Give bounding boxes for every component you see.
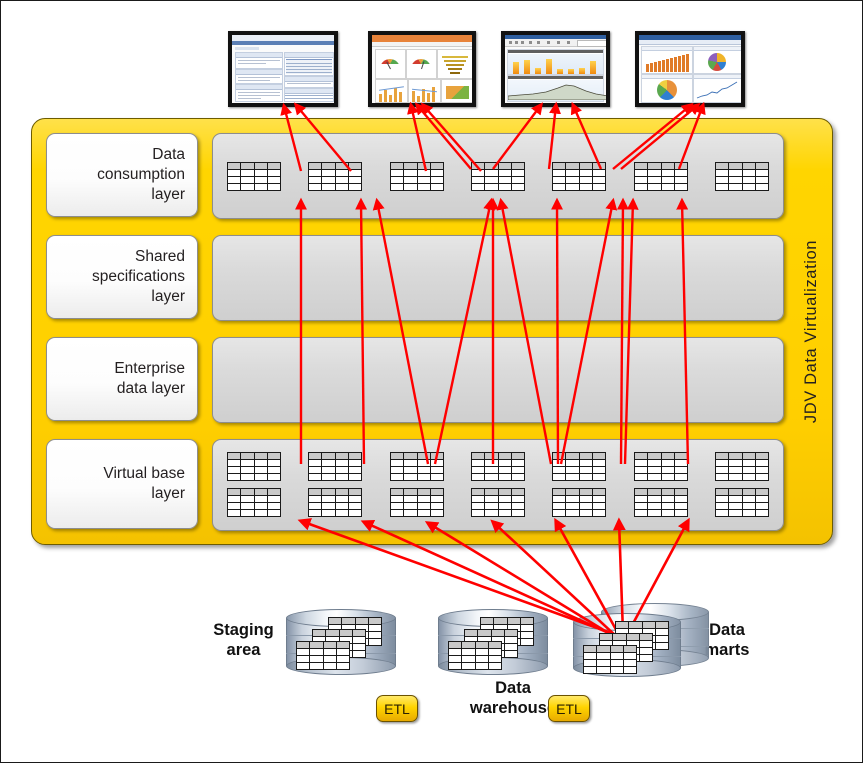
table-icon	[634, 452, 688, 481]
table-icon	[296, 641, 350, 670]
table-icon	[390, 452, 444, 481]
layer-data-consumption-name: Data consumption layer	[46, 133, 198, 217]
layer-data-consumption-label: Data consumption layer	[97, 146, 185, 203]
table-icon	[227, 162, 281, 191]
line-chart	[696, 81, 738, 99]
table-icon	[583, 645, 637, 674]
table-icon	[552, 452, 606, 481]
table-icon	[448, 641, 502, 670]
table-icon	[471, 162, 525, 191]
source-staging-area[interactable]	[286, 609, 396, 675]
table-icon	[552, 488, 606, 517]
table-icon	[715, 488, 769, 517]
dashboard-gauge-dashboard-screen	[372, 35, 472, 103]
layer-shared-specifications-body	[212, 235, 784, 321]
table-icon	[634, 488, 688, 517]
layer-virtual-base-label: Virtual base layer	[103, 465, 185, 502]
source-staging-area-label: Staging area	[213, 621, 274, 659]
layer-enterprise-data-label: Enterprise data layer	[114, 360, 185, 397]
jdv-platform-label: JDV Data Virtualization	[794, 119, 830, 544]
table-icon	[390, 488, 444, 517]
table-icon	[552, 162, 606, 191]
dashboard-gauge-dashboard[interactable]	[368, 31, 476, 107]
layer-data-consumption-body	[212, 133, 784, 219]
layer-enterprise-data[interactable]: Enterprise data layer	[46, 337, 784, 423]
diagram-canvas: JDV Data Virtualization Data consumption…	[0, 0, 863, 763]
table-icon	[308, 162, 362, 191]
table-icon	[715, 452, 769, 481]
table-icon	[634, 162, 688, 191]
table-icon	[471, 488, 525, 517]
layer-virtual-base-name: Virtual base layer	[46, 439, 198, 529]
etl-staging-to-warehouse[interactable]: ETL	[376, 695, 418, 722]
layer-virtual-base-body	[212, 439, 784, 531]
table-icon	[471, 452, 525, 481]
dashboard-spreadsheet-analytics[interactable]	[501, 31, 610, 107]
dashboard-charts-dashboard-screen	[639, 35, 741, 103]
layer-shared-specifications-label: Shared specifications layer	[91, 248, 185, 305]
dashboard-report-page[interactable]	[228, 31, 338, 107]
etl-warehouse-to-marts[interactable]: ETL	[548, 695, 590, 722]
layer-enterprise-data-body	[212, 337, 784, 423]
layer-shared-specifications-name: Shared specifications layer	[46, 235, 198, 319]
layer-virtual-base[interactable]: Virtual base layer	[46, 439, 784, 531]
layer-shared-specifications[interactable]: Shared specifications layer	[46, 235, 784, 321]
source-data-warehouse[interactable]	[438, 609, 548, 675]
dashboard-report-page-screen	[232, 35, 334, 103]
table-icon	[227, 452, 281, 481]
layer-enterprise-data-name: Enterprise data layer	[46, 337, 198, 421]
layer-data-consumption[interactable]: Data consumption layer	[46, 133, 784, 219]
table-icon	[308, 452, 362, 481]
jdv-platform-container: JDV Data Virtualization Data consumption…	[31, 118, 833, 545]
table-icon	[390, 162, 444, 191]
dashboard-charts-dashboard[interactable]	[635, 31, 745, 107]
table-icon	[308, 488, 362, 517]
jdv-platform-label-text: JDV Data Virtualization	[802, 239, 821, 424]
source-data-marts[interactable]	[573, 613, 681, 677]
table-icon	[715, 162, 769, 191]
table-icon	[227, 488, 281, 517]
area-chart	[508, 84, 606, 100]
dashboard-spreadsheet-analytics-screen	[505, 35, 606, 103]
